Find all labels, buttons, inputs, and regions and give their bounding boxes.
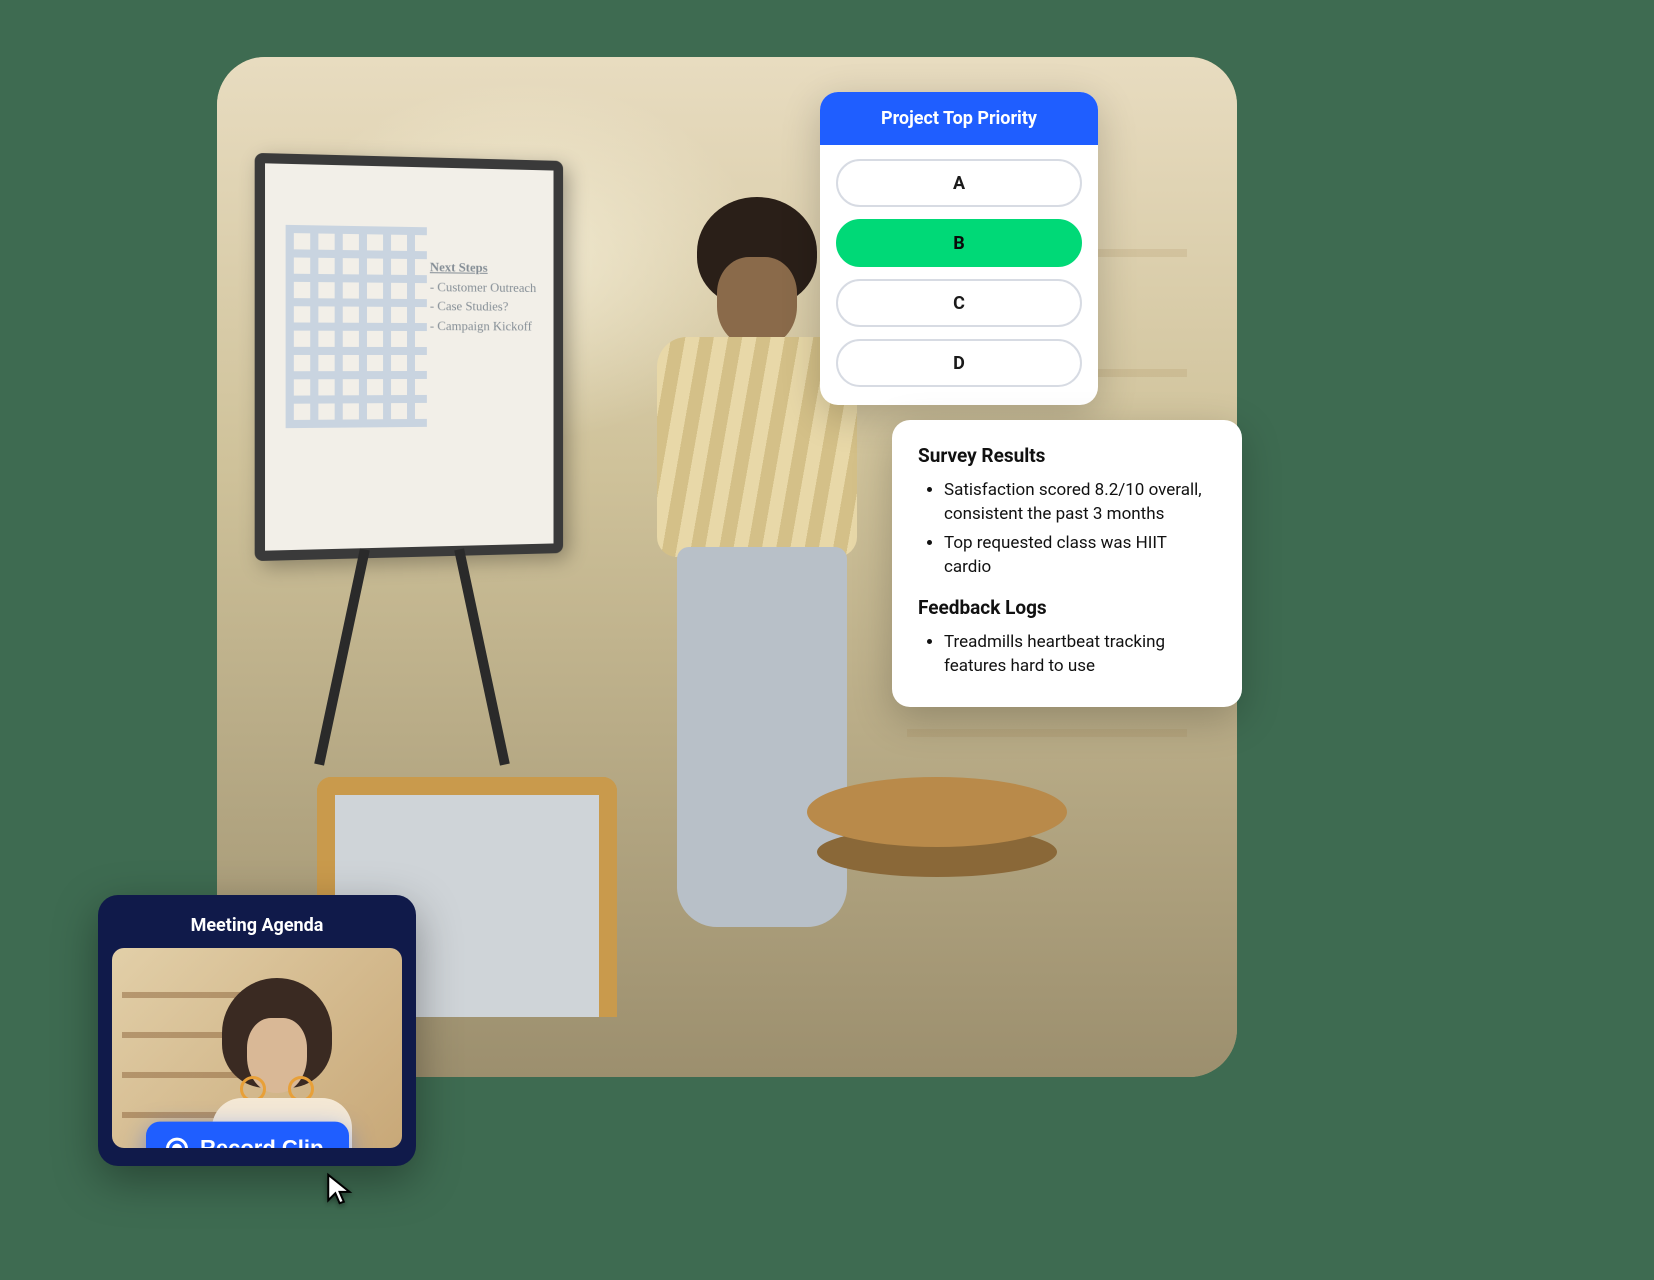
cursor-icon xyxy=(324,1172,358,1206)
whiteboard: Next Steps - Customer Outreach - Case St… xyxy=(255,153,563,561)
whiteboard-heading: Next Steps xyxy=(430,257,536,278)
survey-result-item: Satisfaction scored 8.2/10 overall, cons… xyxy=(944,478,1216,527)
survey-result-item: Top requested class was HIIT cardio xyxy=(944,531,1216,580)
meeting-video-thumbnail[interactable]: Record Clip xyxy=(112,948,402,1148)
record-clip-button[interactable]: Record Clip xyxy=(146,1122,349,1148)
results-card: Survey Results Satisfaction scored 8.2/1… xyxy=(892,420,1242,707)
coffee-table xyxy=(807,777,1067,847)
meeting-agenda-title: Meeting Agenda xyxy=(112,909,402,948)
feedback-logs-heading: Feedback Logs xyxy=(918,594,1216,622)
whiteboard-line: - Customer Outreach xyxy=(430,277,536,297)
record-icon xyxy=(166,1138,188,1148)
survey-results-list: Satisfaction scored 8.2/10 overall, cons… xyxy=(918,478,1216,581)
meeting-agenda-card: Meeting Agenda Record Clip xyxy=(98,895,416,1166)
poll-options: A B C D xyxy=(820,145,1098,405)
poll-option-b[interactable]: B xyxy=(836,219,1082,267)
feedback-log-item: Treadmills heartbeat tracking features h… xyxy=(944,630,1216,679)
whiteboard-notes: Next Steps - Customer Outreach - Case St… xyxy=(430,257,536,335)
poll-title: Project Top Priority xyxy=(820,92,1098,145)
whiteboard-line: - Campaign Kickoff xyxy=(430,316,536,336)
whiteboard-line: - Case Studies? xyxy=(430,296,536,316)
record-clip-label: Record Clip xyxy=(200,1136,323,1148)
poll-card: Project Top Priority A B C D xyxy=(820,92,1098,405)
survey-results-heading: Survey Results xyxy=(918,442,1216,470)
poll-option-d[interactable]: D xyxy=(836,339,1082,387)
feedback-logs-list: Treadmills heartbeat tracking features h… xyxy=(918,630,1216,679)
poll-option-c[interactable]: C xyxy=(836,279,1082,327)
poll-option-a[interactable]: A xyxy=(836,159,1082,207)
